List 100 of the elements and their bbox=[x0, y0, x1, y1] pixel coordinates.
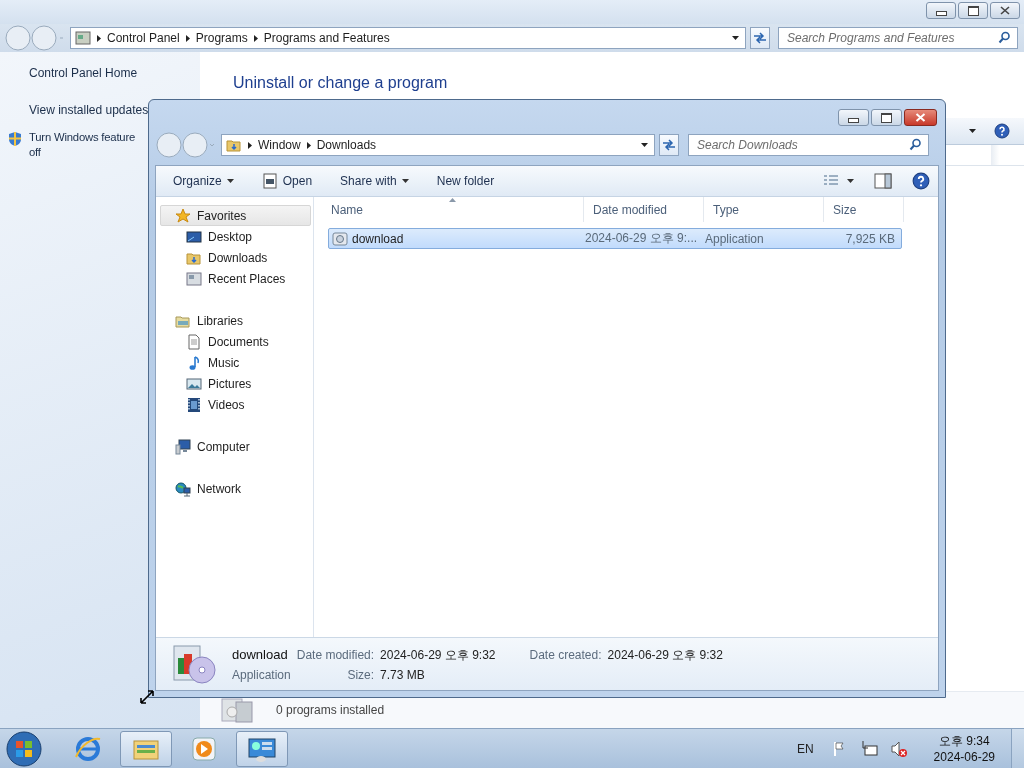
address-bar[interactable]: Control Panel Programs Programs and Features bbox=[70, 27, 746, 49]
chevron-icon bbox=[185, 34, 190, 42]
field-value: 2024-06-29 오후 9:32 bbox=[607, 646, 723, 664]
help-icon[interactable] bbox=[994, 123, 1010, 139]
language-indicator[interactable]: EN bbox=[796, 741, 814, 756]
nav-item[interactable]: Videos bbox=[160, 394, 311, 415]
nav-item[interactable]: Favorites bbox=[160, 205, 311, 226]
breadcrumb-item[interactable]: Window bbox=[258, 138, 301, 152]
minimize-button[interactable] bbox=[926, 2, 956, 19]
breadcrumb-item[interactable]: Control Panel bbox=[107, 31, 180, 45]
globe-icon bbox=[175, 480, 191, 497]
file-name: download bbox=[232, 646, 289, 662]
nav-item[interactable]: Recent Places bbox=[160, 268, 311, 289]
clock-time[interactable]: 오후 9:34 bbox=[938, 732, 990, 749]
clock-date[interactable]: 2024-06-29 bbox=[933, 748, 995, 765]
close-icon bbox=[915, 113, 926, 122]
caret-icon bbox=[847, 179, 854, 183]
preview-pane-icon[interactable] bbox=[874, 173, 892, 189]
breadcrumb-item[interactable]: Downloads bbox=[316, 138, 377, 152]
picture-icon bbox=[186, 375, 202, 392]
taskbar-button[interactable] bbox=[120, 730, 172, 767]
column-header[interactable]: Date modified bbox=[584, 197, 704, 222]
search-field[interactable]: Search Programs and Features bbox=[778, 27, 1018, 49]
refresh-icon bbox=[752, 31, 768, 45]
minimize-icon bbox=[935, 11, 947, 16]
nav-item[interactable]: Music bbox=[160, 352, 311, 373]
folder-icon bbox=[226, 137, 242, 153]
caret-icon[interactable] bbox=[969, 129, 976, 133]
task-link[interactable]: View installed updates bbox=[29, 103, 149, 118]
file-row[interactable]: download 2024-06-29 오후 9:... Application 7,925 KB bbox=[328, 228, 902, 249]
toolbar-button[interactable]: New folder bbox=[429, 171, 502, 191]
close-button[interactable] bbox=[990, 2, 1020, 19]
start-button[interactable] bbox=[4, 729, 44, 768]
view-options-button[interactable] bbox=[823, 174, 854, 188]
nav-item[interactable]: Desktop bbox=[160, 226, 311, 247]
desktop-icon bbox=[186, 228, 202, 245]
address-bar[interactable]: Window Downloads bbox=[221, 134, 655, 156]
volume-muted-icon[interactable] bbox=[889, 739, 908, 758]
chevron-icon bbox=[306, 141, 311, 149]
search-icon[interactable] bbox=[998, 31, 1011, 44]
caret-icon[interactable] bbox=[732, 36, 739, 40]
nav-item[interactable]: Network bbox=[160, 478, 311, 499]
column-header[interactable]: Name bbox=[322, 197, 584, 222]
list-view-icon bbox=[823, 174, 839, 188]
resize-cursor-icon bbox=[139, 689, 155, 705]
window-icon bbox=[186, 270, 202, 287]
caret-icon bbox=[401, 179, 409, 183]
computer-icon bbox=[175, 438, 191, 455]
caret-icon[interactable] bbox=[641, 143, 648, 147]
film-icon bbox=[186, 396, 202, 413]
taskbar-button[interactable] bbox=[236, 730, 288, 767]
chevron-icon bbox=[97, 34, 101, 42]
caret-icon bbox=[226, 179, 234, 183]
nav-item[interactable]: Downloads bbox=[160, 247, 311, 268]
page-heading: Uninstall or change a program bbox=[232, 73, 449, 93]
breadcrumb-item[interactable]: Programs bbox=[195, 31, 248, 45]
open-icon bbox=[261, 173, 278, 189]
column-header[interactable]: Size bbox=[824, 197, 904, 222]
close-icon bbox=[1000, 6, 1010, 15]
search-icon[interactable] bbox=[909, 138, 922, 151]
browser-icon bbox=[73, 734, 103, 763]
refresh-button[interactable] bbox=[750, 27, 770, 49]
toolbar-button[interactable]: Organize bbox=[166, 171, 241, 191]
search-field[interactable]: Search Downloads bbox=[688, 134, 929, 156]
field-label: Date created: bbox=[529, 647, 602, 662]
toolbar-button[interactable]: Open bbox=[254, 170, 320, 192]
restore-icon bbox=[967, 5, 979, 16]
play-icon bbox=[189, 734, 219, 763]
star-icon bbox=[175, 207, 191, 224]
shield-icon bbox=[8, 131, 22, 147]
breadcrumb-item[interactable]: Programs and Features bbox=[263, 31, 390, 45]
nav-item[interactable]: Computer bbox=[160, 436, 311, 457]
chevron-icon bbox=[253, 34, 258, 42]
application-icon bbox=[332, 230, 348, 247]
field-value: 2024-06-29 오후 9:32 bbox=[380, 646, 496, 664]
field-label: Date modified: bbox=[296, 647, 375, 662]
refresh-icon bbox=[661, 138, 677, 152]
minimize-icon bbox=[848, 118, 859, 123]
help-icon[interactable] bbox=[912, 172, 930, 190]
programs-count: 0 programs installed bbox=[276, 703, 385, 717]
control-panel-icon bbox=[75, 30, 91, 46]
maximize-button[interactable] bbox=[871, 109, 902, 126]
file-type: Application bbox=[232, 667, 291, 682]
restore-button[interactable] bbox=[958, 2, 988, 19]
field-value: 7.73 MB bbox=[380, 667, 426, 682]
refresh-button[interactable] bbox=[659, 134, 679, 156]
nav-item[interactable]: Libraries bbox=[160, 310, 311, 331]
task-link[interactable]: Turn Windows feature off bbox=[29, 130, 144, 160]
field-label: Size: bbox=[346, 667, 375, 682]
maximize-icon bbox=[881, 112, 892, 123]
nav-item[interactable]: Documents bbox=[160, 331, 311, 352]
network-icon[interactable] bbox=[859, 739, 878, 758]
minimize-button[interactable] bbox=[838, 109, 869, 126]
task-link[interactable]: Control Panel Home bbox=[29, 66, 138, 81]
document-icon bbox=[186, 333, 202, 350]
chevron-icon bbox=[248, 141, 252, 149]
column-header[interactable]: Type bbox=[704, 197, 824, 222]
nav-item[interactable]: Pictures bbox=[160, 373, 311, 394]
toolbar-button[interactable]: Share with bbox=[333, 171, 416, 191]
close-button[interactable] bbox=[904, 109, 937, 126]
